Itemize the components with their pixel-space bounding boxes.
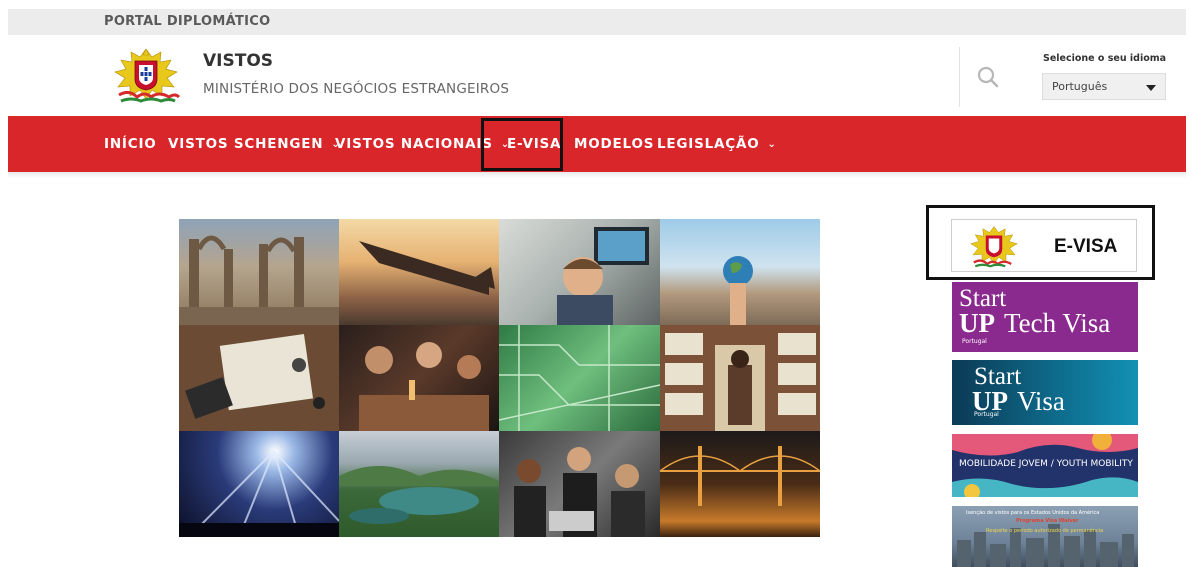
collage-tile-library-bookshelves (660, 325, 820, 431)
nav-label: MODELOS (574, 136, 655, 152)
nav-item-modelos[interactable]: MODELOS (574, 136, 654, 152)
site-header: VISTOS MINISTÉRIO DOS NEGÓCIOS ESTRANGEI… (8, 35, 1186, 115)
nav-item-vistos-schengen[interactable]: VISTOS SCHENGEN ⌄ (168, 136, 341, 152)
portal-title[interactable]: PORTAL DIPLOMÁTICO (104, 14, 270, 29)
collage-tile-friends-at-table (339, 325, 499, 431)
nav-label: VISTOS NACIONAIS (335, 136, 493, 152)
search-icon[interactable] (976, 65, 1000, 89)
waiver-line-1: Isenção de vistos para os Estados Unidos… (966, 510, 1100, 516)
collage-tile-bridge-at-night (660, 431, 820, 537)
banner-text-visa: Visa (1017, 386, 1065, 416)
banner-text-up: UP (959, 308, 995, 338)
nav-shadow (8, 172, 1186, 178)
portugal-coat-of-arms-icon[interactable] (105, 43, 187, 107)
sidebar-e-visa-link[interactable]: E-VISA (926, 205, 1155, 280)
nav-item-legislacao[interactable]: LEGISLAÇÃO ⌄ (657, 136, 777, 152)
language-selected-value: Português (1052, 80, 1108, 93)
nav-label: VISTOS SCHENGEN (168, 136, 324, 152)
collage-tile-man-at-computer (499, 219, 660, 325)
nav-item-inicio[interactable]: INÍCIO (104, 136, 157, 152)
portal-topbar: PORTAL DIPLOMÁTICO (8, 9, 1186, 35)
language-select[interactable]: Português (1042, 73, 1166, 100)
youth-mobility-banner[interactable]: MOBILIDADE JOVEM / YOUTH MOBILITY (952, 434, 1138, 497)
e-visa-label: E-VISA (1054, 236, 1118, 257)
waiver-line-3: Respeite o período autorizado de permanê… (986, 528, 1104, 534)
startup-tech-visa-banner[interactable]: Start UP Tech Visa Portugal (952, 282, 1138, 352)
site-subtitle: MINISTÉRIO DOS NEGÓCIOS ESTRANGEIROS (203, 81, 510, 97)
nav-label: LEGISLAÇÃO (657, 136, 760, 152)
chevron-down-icon: ⌄ (767, 139, 777, 150)
collage-tile-circuit-board (499, 325, 660, 431)
waiver-line-2: Programa Visa Waiver (1016, 518, 1079, 524)
language-label: Selecione o seu idioma (1043, 53, 1167, 64)
portugal-coat-of-arms-icon (970, 226, 1018, 268)
startup-visa-banner[interactable]: Start UP Visa Portugal (952, 360, 1138, 425)
banner-text-tech-visa: Tech Visa (1004, 308, 1111, 338)
collage-tile-business-meeting (499, 431, 660, 537)
photo-collage (179, 219, 820, 537)
collage-tile-hand-holding-globe (660, 219, 820, 325)
site-title[interactable]: VISTOS (203, 51, 273, 71)
header-divider (959, 47, 960, 107)
banner-text-portugal: Portugal (974, 411, 999, 418)
nav-label: INÍCIO (104, 136, 157, 152)
collage-tile-airplane-wing (339, 219, 499, 325)
youth-mobility-label: MOBILIDADE JOVEM / YOUTH MOBILITY (959, 459, 1133, 469)
visa-waiver-banner[interactable]: Isenção de vistos para os Estados Unidos… (952, 506, 1138, 567)
main-nav: INÍCIO VISTOS SCHENGEN ⌄ VISTOS NACIONAIS… (8, 116, 1186, 172)
collage-tile-green-lake (339, 431, 499, 537)
banner-text-portugal: Portugal (962, 338, 987, 345)
collage-tile-map-and-laptop (179, 325, 339, 431)
collage-tile-concert-lights (179, 431, 339, 537)
e-visa-highlight-box (481, 118, 563, 171)
collage-tile-ruined-church (179, 219, 339, 325)
chevron-down-icon (1146, 85, 1156, 91)
